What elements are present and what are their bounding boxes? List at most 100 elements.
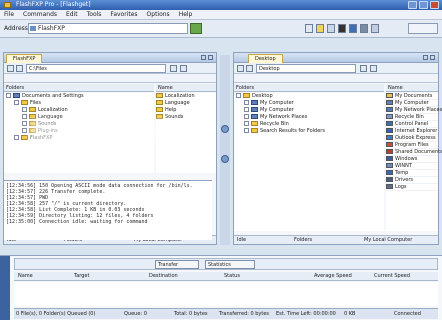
right-pane-header: Desktop — [234, 53, 438, 63]
address-field[interactable]: FlashFXP — [28, 23, 188, 34]
queue-column-header[interactable]: Destination — [149, 272, 178, 281]
file-item[interactable]: Recycle Bin — [386, 114, 438, 121]
menu-bar: File Commands Edit Tools Favorites Options Hel… — [0, 10, 442, 20]
arrow-right-icon[interactable] — [221, 125, 229, 133]
maximize-button[interactable] — [419, 1, 428, 9]
minimize-button[interactable] — [408, 1, 417, 9]
stop-icon[interactable] — [338, 24, 346, 33]
expand-icon[interactable] — [244, 121, 249, 126]
left-folders-header: Folders — [4, 84, 154, 92]
expand-icon[interactable] — [22, 114, 27, 119]
queue-column-header[interactable]: Average Speed — [314, 272, 352, 281]
file-item[interactable]: Logs — [386, 184, 438, 191]
file-item-label: Program Files — [395, 142, 429, 148]
log-line: [12:35:00] Connection idle: waiting for … — [6, 219, 148, 225]
refresh-icon[interactable] — [360, 65, 367, 72]
transfer-icon[interactable] — [349, 24, 357, 33]
file-item[interactable]: WINNT — [386, 163, 438, 170]
file-item[interactable]: My Documents — [386, 93, 438, 100]
up-folder-icon[interactable] — [16, 65, 23, 72]
file-item[interactable]: Drivers — [386, 177, 438, 184]
queue-column-header[interactable]: Current Speed — [374, 272, 410, 281]
expand-icon[interactable] — [236, 93, 241, 98]
right-pane-tab[interactable]: Desktop — [248, 54, 283, 63]
back-icon[interactable] — [237, 65, 244, 72]
expand-icon[interactable] — [14, 135, 19, 140]
file-item[interactable]: Windows — [386, 156, 438, 163]
arrow-left-icon[interactable] — [221, 155, 229, 163]
tree-item[interactable]: My Computer — [234, 100, 384, 107]
file-item[interactable]: My Network Places — [386, 107, 442, 114]
expand-icon[interactable] — [22, 128, 27, 133]
queue-column-header[interactable]: Target — [74, 272, 89, 281]
disconnect-icon[interactable] — [316, 24, 324, 33]
menu-item[interactable]: Commands — [23, 10, 57, 19]
title-bar: FlashFXP Pro - [Flashget] — [0, 0, 442, 10]
file-item[interactable]: Internet Explorer — [386, 128, 438, 135]
file-item[interactable]: Program Files — [386, 142, 438, 149]
close-button[interactable] — [430, 1, 439, 9]
expand-icon[interactable] — [14, 100, 19, 105]
menu-item[interactable]: Favorites — [110, 10, 137, 19]
pane-pin-icon[interactable] — [201, 55, 206, 60]
queue-icon[interactable] — [360, 24, 368, 33]
back-icon[interactable] — [7, 65, 14, 72]
file-item[interactable]: Help — [156, 107, 216, 114]
expand-icon[interactable] — [244, 114, 249, 119]
file-item[interactable]: Localization — [156, 93, 216, 100]
expand-icon[interactable] — [244, 128, 249, 133]
file-item[interactable]: Language — [156, 100, 216, 107]
options-icon[interactable] — [371, 24, 379, 33]
right-files-header: Name — [386, 84, 438, 92]
view-icon[interactable] — [180, 65, 187, 72]
queue-list[interactable] — [14, 282, 438, 306]
file-item[interactable]: My Computer — [386, 100, 438, 107]
pane-close-icon[interactable] — [430, 55, 435, 60]
expand-icon[interactable] — [6, 93, 11, 98]
tree-item[interactable]: Search Results for Folders — [234, 128, 384, 135]
pane-close-icon[interactable] — [208, 55, 213, 60]
right-file-list: My Documents My Computer My Network Places… — [386, 93, 442, 231]
refresh-icon[interactable] — [170, 65, 177, 72]
menu-item[interactable]: Edit — [66, 10, 78, 19]
file-item[interactable]: Control Panel — [386, 121, 438, 128]
view-icon[interactable] — [370, 65, 377, 72]
file-item[interactable]: Outlook Express — [386, 135, 438, 142]
tab-statistics[interactable]: Statistics — [205, 260, 255, 269]
right-pane: Desktop Desktop Folders Name Desktop My C… — [233, 52, 442, 245]
expand-icon[interactable] — [244, 107, 249, 112]
expand-icon[interactable] — [22, 121, 27, 126]
menu-item[interactable]: Options — [147, 10, 170, 19]
pane-pin-icon[interactable] — [423, 55, 428, 60]
status-field: 0 KB — [344, 311, 356, 317]
menu-item[interactable]: Tools — [87, 10, 102, 19]
tab-transfer[interactable]: Transfer — [155, 260, 199, 269]
left-path-field[interactable]: C:\Files — [26, 64, 166, 73]
quick-connect-field[interactable] — [408, 23, 438, 34]
menu-item[interactable]: File — [4, 10, 14, 19]
tree-item[interactable]: My Computer — [234, 107, 384, 114]
up-folder-icon[interactable] — [246, 65, 253, 72]
tree-item[interactable]: Desktop — [234, 93, 384, 100]
expand-icon[interactable] — [22, 107, 27, 112]
file-item[interactable]: Temp — [386, 170, 438, 177]
file-item[interactable]: Shared Documents — [386, 149, 442, 156]
tree-item[interactable]: Files — [4, 100, 154, 107]
right-folders-header: Folders — [234, 84, 384, 92]
queue-toolbar: Transfer Statistics — [14, 258, 438, 270]
menu-item[interactable]: Help — [179, 10, 193, 19]
right-path-field[interactable]: Desktop — [256, 64, 356, 73]
queue-column-header[interactable]: Status — [224, 272, 240, 281]
queue-column-header[interactable]: Name — [18, 272, 33, 281]
left-pane-tab[interactable]: FlashFXP — [6, 54, 43, 63]
go-button[interactable] — [190, 23, 202, 34]
right-status-2: Folders — [294, 237, 313, 243]
pane-splitter[interactable] — [220, 55, 230, 245]
refresh-icon[interactable] — [327, 24, 335, 33]
expand-icon[interactable] — [244, 100, 249, 105]
tree-item[interactable]: Documents and Settings — [4, 93, 154, 100]
connect-icon[interactable] — [305, 24, 313, 33]
tree-item[interactable]: Recycle Bin — [234, 121, 384, 128]
tree-item[interactable]: My Network Places — [234, 114, 384, 121]
tree-item[interactable]: Localization — [4, 107, 154, 114]
